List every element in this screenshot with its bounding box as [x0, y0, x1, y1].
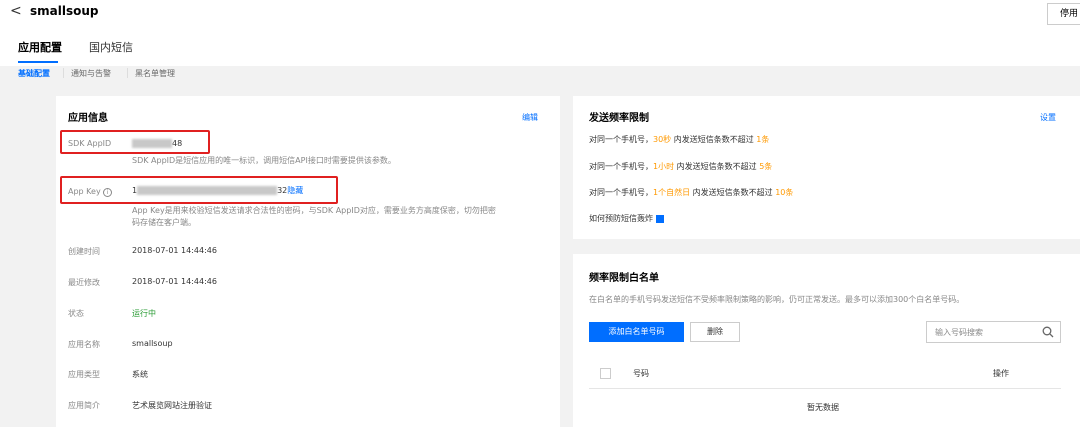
column-header-number: 号码 — [633, 369, 649, 378]
annotation-box-appkey — [60, 176, 338, 204]
app-intro-value: 艺术展览网站注册验证 — [132, 401, 212, 410]
help-link[interactable]: 如何预防短信轰炸 — [589, 213, 664, 224]
status-value: 运行中 — [132, 309, 156, 318]
whitelist-title: 频率限制白名单 — [589, 273, 659, 284]
app-type-value: 系统 — [132, 370, 148, 379]
created-time-value: 2018-07-01 14:44:46 — [132, 246, 217, 255]
external-link-icon — [655, 214, 664, 223]
subnav-basic-config[interactable]: 基础配置 — [18, 68, 50, 79]
table-divider — [589, 388, 1061, 389]
whitelist-card: 频率限制白名单 在白名单的手机号码发送短信不受频率限制策略的影响，仍可正常发送。… — [573, 254, 1080, 427]
info-row-label: 状态 — [68, 309, 84, 318]
search-icon[interactable] — [1042, 326, 1054, 338]
column-header-action: 操作 — [993, 369, 1009, 378]
sdk-appid-description: SDK AppID是短信应用的唯一标识，调用短信API接口时需要提供该参数。 — [132, 156, 396, 165]
appkey-description-line2: 码存储在客户端。 — [132, 218, 196, 227]
subnav-divider — [63, 68, 64, 78]
app-name-value: smallsoup — [132, 339, 173, 348]
subnav-blacklist[interactable]: 黑名单管理 — [135, 68, 175, 79]
subnav-alerts[interactable]: 通知与告警 — [71, 68, 111, 79]
info-row-label: 创建时间 — [68, 247, 100, 256]
whitelist-description: 在白名单的手机号码发送短信不受频率限制策略的影响，仍可正常发送。最多可以添加30… — [589, 295, 965, 304]
modified-time-value: 2018-07-01 14:44:46 — [132, 277, 217, 286]
freq-rule: 对同一个手机号，1个自然日 内发送短信条数不超过 10条 — [589, 188, 794, 197]
info-row-label: 应用类型 — [68, 370, 100, 379]
search-input[interactable]: 输入号码搜索 — [926, 321, 1061, 343]
add-whitelist-button[interactable]: 添加白名单号码 — [589, 322, 684, 342]
tab-domestic-sms[interactable]: 国内短信 — [89, 39, 133, 55]
info-row-label: 应用简介 — [68, 401, 100, 410]
edit-link[interactable]: 编辑 — [522, 112, 538, 123]
subnav-divider — [127, 68, 128, 78]
page-title: smallsoup — [30, 4, 99, 18]
appkey-description-line1: App Key是用来校验短信发送请求合法性的密码，与SDK AppID对应，需要… — [132, 206, 496, 215]
disable-button[interactable]: 停用 — [1047, 3, 1080, 25]
info-row-label: 应用名称 — [68, 340, 100, 349]
empty-state-text: 暂无数据 — [807, 403, 839, 412]
annotation-box-appid — [60, 130, 210, 154]
freq-limit-card: 发送频率限制 设置 对同一个手机号，30秒 内发送短信条数不超过 1条 对同一个… — [573, 96, 1080, 239]
active-tab-indicator — [18, 61, 58, 63]
info-row-label: 最近修改 — [68, 278, 100, 287]
select-all-checkbox[interactable] — [600, 368, 611, 379]
top-bar: < smallsoup 停用 应用配置 国内短信 — [0, 0, 1080, 66]
back-arrow-icon[interactable]: < — [10, 3, 22, 19]
freq-rule: 对同一个手机号，1小时 内发送短信条数不超过 5条 — [589, 162, 773, 171]
freq-rule: 对同一个手机号，30秒 内发送短信条数不超过 1条 — [589, 135, 770, 144]
freq-limit-title: 发送频率限制 — [589, 113, 649, 124]
app-info-title: 应用信息 — [68, 113, 108, 124]
tab-app-config[interactable]: 应用配置 — [18, 39, 62, 55]
settings-link[interactable]: 设置 — [1040, 112, 1056, 123]
delete-button[interactable]: 删除 — [690, 322, 740, 342]
